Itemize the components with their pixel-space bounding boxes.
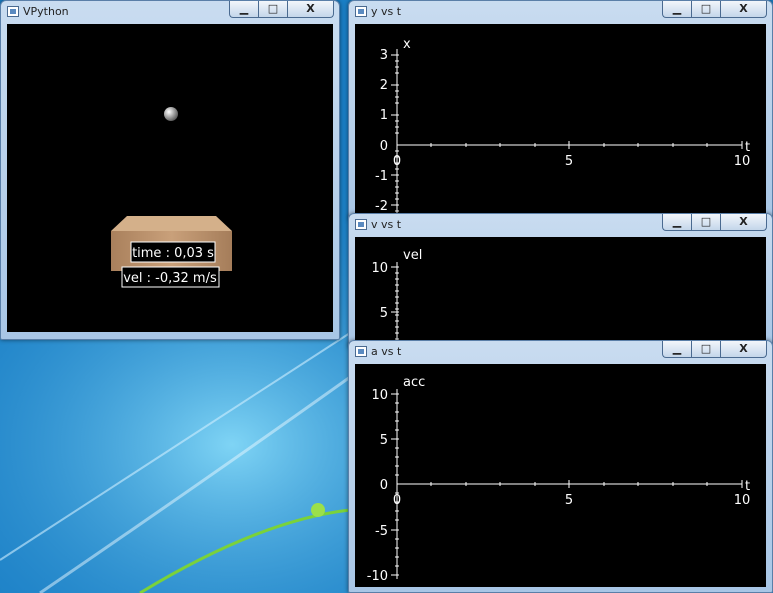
app-icon xyxy=(355,346,367,357)
y-tick-label: 10 xyxy=(371,388,388,403)
y-tick-label: -5 xyxy=(375,524,388,539)
x-axis xyxy=(396,480,743,488)
y-tick-label: -10 xyxy=(367,569,388,584)
graph-window-a[interactable]: a vs t ▁ □ X acc t 10 5 0 -5 -10 0 5 10 xyxy=(348,340,773,593)
x-axis-label: t xyxy=(745,140,750,155)
y-tick-label: 3 xyxy=(380,48,388,63)
graph-a-titlebar[interactable]: a vs t ▁ □ X xyxy=(349,341,772,363)
y-axis-label: x xyxy=(403,37,411,52)
ball xyxy=(164,107,178,121)
minimize-button[interactable]: ▁ xyxy=(662,214,691,231)
time-label-text: time : 0,03 s xyxy=(132,246,214,261)
close-button[interactable]: X xyxy=(720,214,767,231)
y-axis-label: vel xyxy=(403,248,422,263)
y-axis xyxy=(391,49,399,219)
minimize-button[interactable]: ▁ xyxy=(662,341,691,358)
time-label: time : 0,03 s xyxy=(130,241,216,263)
minimize-button[interactable]: ▁ xyxy=(229,1,258,18)
x-tick-label: 10 xyxy=(734,154,751,169)
y-tick-label: 10 xyxy=(371,261,388,276)
minimize-button[interactable]: ▁ xyxy=(662,1,691,18)
graph-v-titlebar[interactable]: v vs t ▁ □ X xyxy=(349,214,772,236)
window-title: a vs t xyxy=(371,345,402,358)
app-icon xyxy=(7,6,19,17)
x-axis-label: t xyxy=(745,479,750,494)
vpython-titlebar[interactable]: VPython ▁ □ X xyxy=(1,1,339,23)
window-title: v vs t xyxy=(371,218,402,231)
vel-label-text: vel : -0,32 m/s xyxy=(123,271,217,286)
close-button[interactable]: X xyxy=(287,1,334,18)
graph-a-plot[interactable]: acc t 10 5 0 -5 -10 0 5 10 xyxy=(355,364,766,587)
y-tick-label: 5 xyxy=(380,306,388,321)
y-axis-label: acc xyxy=(403,375,425,390)
x-axis xyxy=(396,141,743,149)
y-tick-label: 2 xyxy=(380,78,388,93)
maximize-button[interactable]: □ xyxy=(691,214,720,231)
y-tick-label: -2 xyxy=(375,199,388,214)
graph-window-v[interactable]: v vs t ▁ □ X vel 10 5 xyxy=(348,213,773,348)
leaf-icon xyxy=(311,503,325,517)
window-title: VPython xyxy=(23,5,69,18)
x-tick-label: 0 xyxy=(393,493,401,508)
close-button[interactable]: X xyxy=(720,1,767,18)
y-axis xyxy=(391,262,399,347)
window-title: y vs t xyxy=(371,5,402,18)
x-tick-label: 5 xyxy=(565,154,573,169)
maximize-button[interactable]: □ xyxy=(691,1,720,18)
x-tick-label: 5 xyxy=(565,493,573,508)
y-tick-label: 5 xyxy=(380,433,388,448)
graph-x-titlebar[interactable]: y vs t ▁ □ X xyxy=(349,1,772,23)
x-tick-label: 10 xyxy=(734,493,751,508)
vpython-window[interactable]: VPython ▁ □ X time: 0,03 s vel: -0,32 … xyxy=(0,0,340,340)
y-tick-label: 1 xyxy=(380,108,388,123)
graph-v-plot[interactable]: vel 10 5 xyxy=(355,237,766,347)
graph-window-x[interactable]: y vs t ▁ □ X x t 3 2 1 0 -1 -2 0 5 10 xyxy=(348,0,773,220)
vpython-scene[interactable]: time : 0,03 s vel : -0,32 m/s xyxy=(7,24,333,332)
graph-x-plot[interactable]: x t 3 2 1 0 -1 -2 0 5 10 xyxy=(355,24,766,219)
x-tick-label: 0 xyxy=(393,154,401,169)
app-icon xyxy=(355,219,367,230)
y-tick-label: 0 xyxy=(380,478,388,493)
y-tick-label: -1 xyxy=(375,169,388,184)
vel-label: vel : -0,32 m/s xyxy=(121,266,220,288)
maximize-button[interactable]: □ xyxy=(691,341,720,358)
box-top xyxy=(111,216,232,231)
app-icon xyxy=(355,6,367,17)
close-button[interactable]: X xyxy=(720,341,767,358)
maximize-button[interactable]: □ xyxy=(258,1,287,18)
y-tick-label: 0 xyxy=(380,139,388,154)
